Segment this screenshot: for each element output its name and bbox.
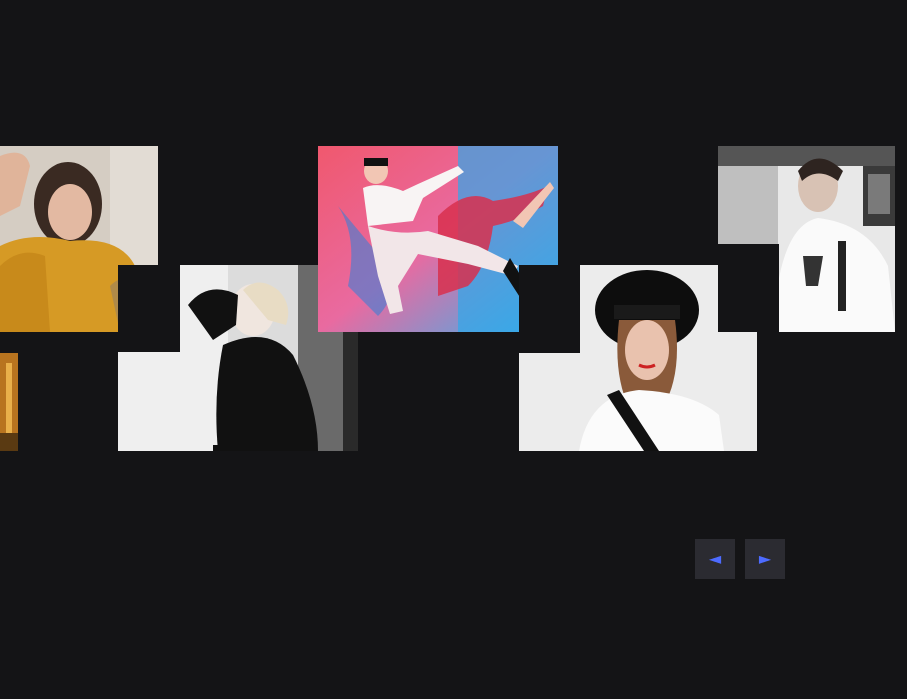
next-button[interactable]: ► bbox=[745, 539, 785, 579]
gallery-photo-6[interactable] bbox=[0, 353, 18, 451]
prev-button[interactable]: ◄ bbox=[695, 539, 735, 579]
arrow-left-icon: ◄ bbox=[708, 549, 722, 568]
gallery-photo-5[interactable] bbox=[718, 146, 895, 332]
gallery-stage: ◄ ► bbox=[0, 0, 907, 699]
arrow-right-icon: ► bbox=[758, 549, 772, 568]
photo-6-image bbox=[0, 353, 18, 451]
photo-2-notch bbox=[118, 265, 180, 352]
photo-5-notch bbox=[718, 244, 779, 332]
photo-4-notch bbox=[519, 265, 580, 353]
